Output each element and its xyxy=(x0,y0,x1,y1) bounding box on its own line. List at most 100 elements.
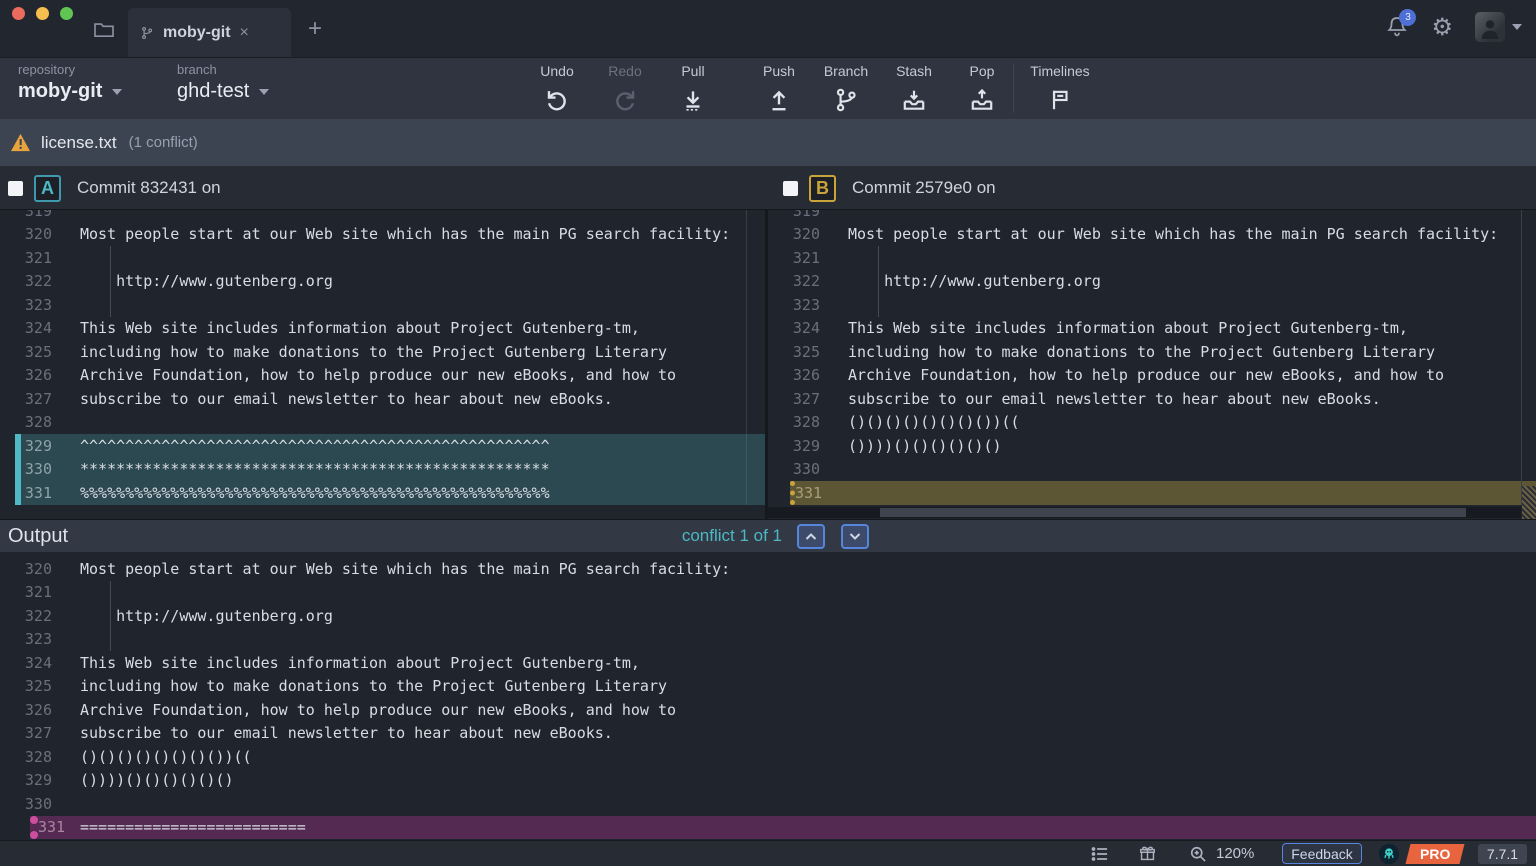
repo-tab[interactable]: moby-git × xyxy=(128,8,291,57)
toolbar-separator xyxy=(1013,63,1014,113)
tab-branch-icon xyxy=(140,25,154,41)
tab-label: moby-git xyxy=(163,24,231,42)
code-line[interactable]: 321 xyxy=(0,246,765,270)
feedback-button[interactable]: Feedback xyxy=(1282,843,1362,864)
settings-gear-icon[interactable]: ⚙ xyxy=(1431,13,1453,41)
code-line[interactable]: 328 ()()()()()()()())(( xyxy=(0,745,1536,769)
code-line[interactable]: 325 including how to make donations to t… xyxy=(0,340,765,364)
warning-icon xyxy=(10,133,31,152)
conflict-filename: license.txt xyxy=(41,133,117,153)
next-conflict-button[interactable] xyxy=(841,524,869,549)
line-number: 322 xyxy=(0,607,80,625)
commit-list-icon[interactable] xyxy=(1090,841,1110,866)
line-text: This Web site includes information about… xyxy=(80,654,640,672)
code-line[interactable]: 329 ())))()()()()()() xyxy=(0,769,1536,793)
timelines-flag-icon xyxy=(1047,87,1073,113)
code-line[interactable]: 327 subscribe to our email newsletter to… xyxy=(768,387,1536,411)
timelines-button[interactable]: Timelines xyxy=(1022,63,1098,113)
code-line[interactable]: 328 xyxy=(0,411,765,435)
code-line[interactable]: 321 xyxy=(768,246,1536,270)
code-line[interactable]: 323 xyxy=(768,293,1536,317)
tab-close-icon[interactable]: × xyxy=(240,24,249,42)
push-button[interactable]: Push xyxy=(741,63,817,113)
output-editor[interactable]: 320 Most people start at our Web site wh… xyxy=(0,552,1536,840)
code-line[interactable]: 329 ())))()()()()()() xyxy=(768,434,1536,458)
code-line[interactable]: 329 ^^^^^^^^^^^^^^^^^^^^^^^^^^^^^^^^^^^^… xyxy=(15,434,765,458)
pane-b-horizontal-scrollbar[interactable] xyxy=(768,507,1521,518)
line-number: 322 xyxy=(0,272,80,290)
code-line[interactable]: 326 Archive Foundation, how to help prod… xyxy=(0,364,765,388)
scrollbar-thumb[interactable] xyxy=(880,508,1466,517)
code-line[interactable]: 323 xyxy=(0,628,1536,652)
gitkraken-keif-icon[interactable] xyxy=(1378,841,1400,866)
branch-button[interactable]: Branch xyxy=(808,63,884,113)
code-line[interactable]: 322 http://www.gutenberg.org xyxy=(0,604,1536,628)
repository-selector[interactable]: moby-git xyxy=(18,80,122,103)
code-line[interactable]: 323 xyxy=(0,293,765,317)
code-line[interactable]: 330 xyxy=(0,792,1536,816)
code-line[interactable]: 325 including how to make donations to t… xyxy=(0,675,1536,699)
mac-zoom-button[interactable] xyxy=(60,7,73,20)
mac-close-button[interactable] xyxy=(12,7,25,20)
redo-button[interactable]: Redo xyxy=(587,63,663,113)
gift-icon[interactable] xyxy=(1138,841,1157,866)
pane-b-checkbox[interactable] xyxy=(783,181,798,196)
line-text: Archive Foundation, how to help produce … xyxy=(80,701,676,719)
code-line[interactable]: 327 subscribe to our email newsletter to… xyxy=(0,722,1536,746)
code-line[interactable]: 324 This Web site includes information a… xyxy=(0,317,765,341)
pop-button[interactable]: Pop xyxy=(944,63,1020,113)
code-line[interactable]: 322 http://www.gutenberg.org xyxy=(768,270,1536,294)
code-line[interactable]: 330 ************************************… xyxy=(15,458,765,482)
notification-count-badge: 3 xyxy=(1399,9,1416,26)
notifications-bell-icon[interactable]: 3 xyxy=(1385,14,1409,40)
pull-button[interactable]: Pull xyxy=(655,63,731,113)
line-text: subscribe to our email newsletter to hea… xyxy=(80,390,613,408)
code-line[interactable]: 326 Archive Foundation, how to help prod… xyxy=(0,698,1536,722)
stash-icon xyxy=(901,87,927,113)
pane-a-badge: A xyxy=(34,175,61,202)
line-text: Most people start at our Web site which … xyxy=(848,225,1498,243)
code-line[interactable]: 319 xyxy=(0,210,765,223)
code-line[interactable]: 320 Most people start at our Web site wh… xyxy=(0,557,1536,581)
code-line[interactable]: 326 Archive Foundation, how to help prod… xyxy=(768,364,1536,388)
app-version-badge: 7.7.1 xyxy=(1478,844,1527,864)
code-line[interactable]: 331 %%%%%%%%%%%%%%%%%%%%%%%%%%%%%%%%%%%%… xyxy=(15,481,765,505)
code-line[interactable]: 331 xyxy=(790,481,1536,505)
line-text: This Web site includes information about… xyxy=(80,319,640,337)
code-line[interactable]: 324 This Web site includes information a… xyxy=(768,317,1536,341)
branch-selector[interactable]: ghd-test xyxy=(177,80,269,103)
line-number: 329 xyxy=(0,771,80,789)
line-number: 321 xyxy=(768,249,848,267)
previous-conflict-button[interactable] xyxy=(797,524,825,549)
open-repo-folder-icon[interactable] xyxy=(93,20,115,38)
code-line[interactable]: 322 http://www.gutenberg.org xyxy=(0,270,765,294)
zoom-level-icon[interactable] xyxy=(1188,841,1208,866)
profile-menu[interactable] xyxy=(1475,12,1522,42)
code-line[interactable]: 319 xyxy=(768,210,1536,223)
stash-button[interactable]: Stash xyxy=(876,63,952,113)
code-line[interactable]: 321 xyxy=(0,581,1536,605)
undo-button[interactable]: Undo xyxy=(519,63,595,113)
code-line[interactable]: 324 This Web site includes information a… xyxy=(0,651,1536,675)
code-line[interactable]: 328 ()()()()()()()())(( xyxy=(768,411,1536,435)
zoom-level-value[interactable]: 120% xyxy=(1216,841,1254,866)
code-line[interactable]: 325 including how to make donations to t… xyxy=(768,340,1536,364)
code-line[interactable]: 331 ========================= xyxy=(30,816,1536,840)
code-line[interactable]: 330 xyxy=(768,458,1536,482)
line-text: ()()()()()()()())(( xyxy=(80,748,252,766)
pane-a-checkbox[interactable] xyxy=(8,181,23,196)
new-tab-button[interactable]: + xyxy=(308,18,322,40)
code-line[interactable]: 327 subscribe to our email newsletter to… xyxy=(0,387,765,411)
code-line[interactable]: 320 Most people start at our Web site wh… xyxy=(768,223,1536,247)
pane-b-editor[interactable]: 319 320 Most people start at our Web sit… xyxy=(768,210,1536,505)
line-number: 327 xyxy=(0,390,80,408)
pane-a-scrollbar-track[interactable] xyxy=(746,210,747,505)
mac-minimize-button[interactable] xyxy=(36,7,49,20)
line-text: including how to make donations to the P… xyxy=(80,677,667,695)
line-text: ****************************************… xyxy=(80,460,550,478)
line-text: http://www.gutenberg.org xyxy=(848,272,1101,290)
code-line[interactable]: 320 Most people start at our Web site wh… xyxy=(0,223,765,247)
pane-a-editor[interactable]: 319 320 Most people start at our Web sit… xyxy=(0,210,765,505)
branch-label: branch xyxy=(177,62,217,77)
pane-b-scrollbar-track[interactable] xyxy=(1521,210,1522,505)
